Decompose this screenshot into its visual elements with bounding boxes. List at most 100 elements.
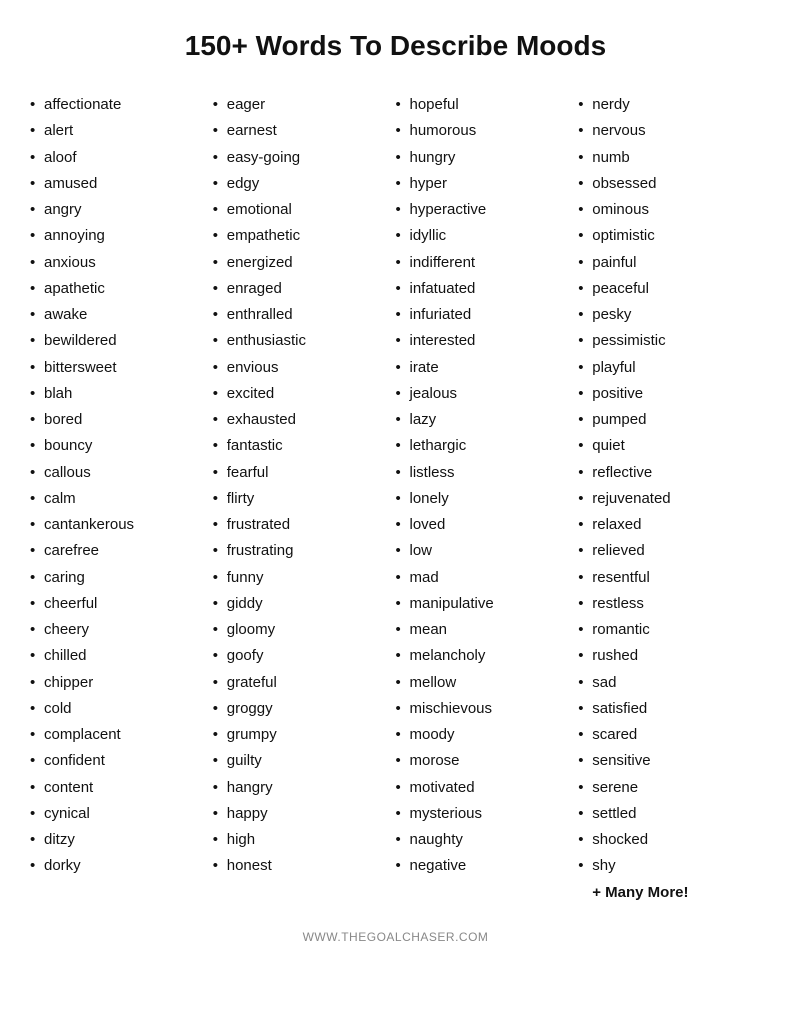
list-item: grateful xyxy=(213,670,396,696)
list-item: flirty xyxy=(213,486,396,512)
list-item: edgy xyxy=(213,171,396,197)
list-item: infatuated xyxy=(396,276,579,302)
list-item: ominous xyxy=(578,197,761,223)
page-title: 150+ Words To Describe Moods xyxy=(185,30,606,62)
column-4: nerdynervousnumbobsessedominousoptimisti… xyxy=(578,92,761,906)
list-item: gloomy xyxy=(213,617,396,643)
list-item: frustrating xyxy=(213,538,396,564)
list-item: cheery xyxy=(30,617,213,643)
list-item: negative xyxy=(396,853,579,879)
list-item: confident xyxy=(30,748,213,774)
list-item: lazy xyxy=(396,407,579,433)
list-item: morose xyxy=(396,748,579,774)
list-item: angry xyxy=(30,197,213,223)
list-item: enthralled xyxy=(213,302,396,328)
list-item: high xyxy=(213,827,396,853)
list-item: mean xyxy=(396,617,579,643)
list-item: idyllic xyxy=(396,223,579,249)
list-item: humorous xyxy=(396,118,579,144)
list-item: affectionate xyxy=(30,92,213,118)
list-item: mad xyxy=(396,565,579,591)
word-columns: affectionatealertaloofamusedangryannoyin… xyxy=(20,92,771,906)
list-item: cantankerous xyxy=(30,512,213,538)
footer-url: WWW.THEGOALCHASER.COM xyxy=(303,930,489,944)
list-item: fearful xyxy=(213,460,396,486)
list-item: romantic xyxy=(578,617,761,643)
list-item: aloof xyxy=(30,145,213,171)
list-item: happy xyxy=(213,801,396,827)
list-item: rushed xyxy=(578,643,761,669)
list-item: hungry xyxy=(396,145,579,171)
list-item: indifferent xyxy=(396,250,579,276)
list-item: envious xyxy=(213,355,396,381)
list-item: funny xyxy=(213,565,396,591)
list-item: bored xyxy=(30,407,213,433)
list-item: shocked xyxy=(578,827,761,853)
list-item: callous xyxy=(30,460,213,486)
list-item: infuriated xyxy=(396,302,579,328)
list-item: enthusiastic xyxy=(213,328,396,354)
list-item: alert xyxy=(30,118,213,144)
list-item: mischievous xyxy=(396,696,579,722)
list-item: nerdy xyxy=(578,92,761,118)
list-item: giddy xyxy=(213,591,396,617)
list-item: eager xyxy=(213,92,396,118)
list-item: fantastic xyxy=(213,433,396,459)
list-item: complacent xyxy=(30,722,213,748)
list-item: naughty xyxy=(396,827,579,853)
list-item: empathetic xyxy=(213,223,396,249)
list-item: low xyxy=(396,538,579,564)
list-item: cheerful xyxy=(30,591,213,617)
list-item: exhausted xyxy=(213,407,396,433)
list-item: energized xyxy=(213,250,396,276)
column-3: hopefulhumoroushungryhyperhyperactiveidy… xyxy=(396,92,579,906)
list-item: hangry xyxy=(213,775,396,801)
list-item: quiet xyxy=(578,433,761,459)
list-item: apathetic xyxy=(30,276,213,302)
list-item: excited xyxy=(213,381,396,407)
list-item: sad xyxy=(578,670,761,696)
list-item: satisfied xyxy=(578,696,761,722)
list-item: rejuvenated xyxy=(578,486,761,512)
list-item: guilty xyxy=(213,748,396,774)
list-item: bewildered xyxy=(30,328,213,354)
list-item: goofy xyxy=(213,643,396,669)
list-item: scared xyxy=(578,722,761,748)
list-item: nervous xyxy=(578,118,761,144)
list-item: dorky xyxy=(30,853,213,879)
list-item: settled xyxy=(578,801,761,827)
list-item: caring xyxy=(30,565,213,591)
column-2: eagerearnesteasy-goingedgyemotionalempat… xyxy=(213,92,396,906)
list-item: motivated xyxy=(396,775,579,801)
list-item: optimistic xyxy=(578,223,761,249)
list-item: anxious xyxy=(30,250,213,276)
list-item: pessimistic xyxy=(578,328,761,354)
list-item: hopeful xyxy=(396,92,579,118)
list-item: bouncy xyxy=(30,433,213,459)
list-item: relieved xyxy=(578,538,761,564)
list-item: calm xyxy=(30,486,213,512)
list-item: awake xyxy=(30,302,213,328)
list-item: playful xyxy=(578,355,761,381)
list-item: shy xyxy=(578,853,761,879)
list-item: painful xyxy=(578,250,761,276)
list-item: enraged xyxy=(213,276,396,302)
list-item: amused xyxy=(30,171,213,197)
list-item: mellow xyxy=(396,670,579,696)
list-item: serene xyxy=(578,775,761,801)
list-item: bittersweet xyxy=(30,355,213,381)
list-item: melancholy xyxy=(396,643,579,669)
list-item: pumped xyxy=(578,407,761,433)
list-item: pesky xyxy=(578,302,761,328)
list-item: lonely xyxy=(396,486,579,512)
list-item: frustrated xyxy=(213,512,396,538)
list-item: relaxed xyxy=(578,512,761,538)
list-item: sensitive xyxy=(578,748,761,774)
list-item: ditzy xyxy=(30,827,213,853)
list-item: moody xyxy=(396,722,579,748)
list-item: lethargic xyxy=(396,433,579,459)
list-item: positive xyxy=(578,381,761,407)
column-1: affectionatealertaloofamusedangryannoyin… xyxy=(30,92,213,906)
list-item: peaceful xyxy=(578,276,761,302)
list-item: annoying xyxy=(30,223,213,249)
